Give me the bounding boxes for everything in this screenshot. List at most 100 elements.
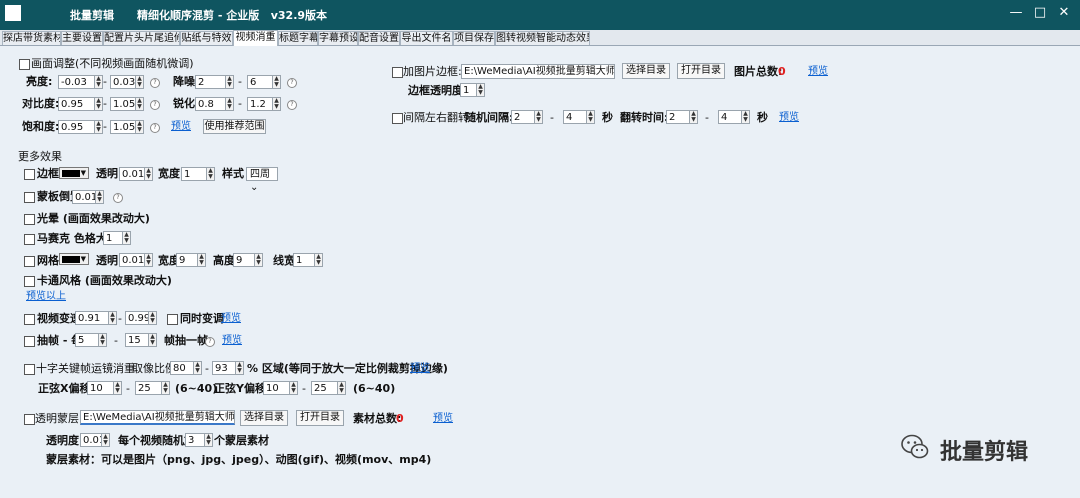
- border-transparency-input[interactable]: 0.01: [119, 167, 145, 181]
- picture-preview-link[interactable]: 预览: [171, 120, 191, 134]
- close-button[interactable]: ✕: [1052, 4, 1076, 22]
- use-recommended-button[interactable]: 使用推荐范围: [203, 119, 266, 134]
- cross-keyframe-checkbox[interactable]: [24, 364, 35, 375]
- frame-open-dir-button[interactable]: 打开目录: [677, 63, 725, 79]
- grid-width-spinner[interactable]: ▲ ▼: [198, 253, 206, 267]
- overlay-select-dir-button[interactable]: 选择目录: [240, 410, 288, 426]
- flip-duration-max-input[interactable]: 4: [718, 110, 742, 124]
- grid-checkbox[interactable]: [24, 256, 35, 267]
- brightness-min-input[interactable]: -0.03: [58, 75, 95, 89]
- crop-ratio-max-spinner[interactable]: ▲ ▼: [236, 361, 244, 375]
- maximize-button[interactable]: □: [1028, 4, 1052, 22]
- border-checkbox[interactable]: [24, 169, 35, 180]
- mask-invert-checkbox[interactable]: [24, 192, 35, 203]
- tab-main-settings[interactable]: 主要设置: [61, 31, 103, 45]
- tab-voice-settings[interactable]: 配音设置: [358, 31, 400, 45]
- frame-drop-min-spinner[interactable]: ▲ ▼: [99, 333, 107, 347]
- image-frame-path-input[interactable]: E:\WeMedia\AI视频批量剪辑大师32.9: [461, 64, 615, 79]
- speed-max-input[interactable]: 0.99: [125, 311, 149, 325]
- saturation-max-input[interactable]: 1.05: [110, 120, 136, 134]
- overlay-preview-link[interactable]: 预览: [433, 412, 453, 426]
- saturation-min-input[interactable]: 0.95: [58, 120, 95, 134]
- overlay-transparency-spinner[interactable]: ▲ ▼: [102, 433, 110, 447]
- sine-x-max-spinner[interactable]: ▲ ▼: [162, 381, 170, 395]
- speed-checkbox[interactable]: [24, 314, 35, 325]
- flip-interval-min-spinner[interactable]: ▲ ▼: [535, 110, 543, 124]
- speed-min-input[interactable]: 0.91: [75, 311, 109, 325]
- tab-intro-outro[interactable]: 配置片头片尾追修: [103, 31, 180, 45]
- mask-invert-spinner[interactable]: ▲ ▼: [96, 190, 104, 204]
- frame-select-dir-button[interactable]: 选择目录: [622, 63, 670, 79]
- speed-min-spinner[interactable]: ▲ ▼: [109, 311, 117, 325]
- noise-max-spinner[interactable]: ▲ ▼: [273, 75, 281, 89]
- flip-duration-max-spinner[interactable]: ▲ ▼: [742, 110, 750, 124]
- brightness-max-spinner[interactable]: ▲ ▼: [136, 75, 144, 89]
- frame-drop-max-spinner[interactable]: ▲ ▼: [149, 333, 157, 347]
- flip-duration-min-input[interactable]: 2: [666, 110, 690, 124]
- grid-width-input[interactable]: 9: [176, 253, 198, 267]
- mosaic-size-input[interactable]: 1: [103, 231, 123, 245]
- brightness-max-input[interactable]: 0.03: [110, 75, 136, 89]
- sine-x-max-input[interactable]: 25: [135, 381, 162, 395]
- contrast-min-spinner[interactable]: ▲ ▼: [95, 97, 103, 111]
- noise-max-input[interactable]: 6: [247, 75, 273, 89]
- help-icon[interactable]: ?: [150, 100, 160, 110]
- help-icon[interactable]: ?: [287, 100, 297, 110]
- picture-adjust-checkbox[interactable]: [19, 59, 30, 70]
- crop-ratio-max-input[interactable]: 93: [212, 361, 236, 375]
- crop-ratio-min-input[interactable]: 80: [170, 361, 194, 375]
- minimize-button[interactable]: —: [1004, 4, 1028, 22]
- overlay-open-dir-button[interactable]: 打开目录: [296, 410, 344, 426]
- sine-x-min-input[interactable]: 10: [87, 381, 114, 395]
- noise-min-input[interactable]: 2: [195, 75, 226, 89]
- frame-drop-max-input[interactable]: 15: [125, 333, 149, 347]
- border-width-input[interactable]: 1: [181, 167, 207, 181]
- sharpen-max-spinner[interactable]: ▲ ▼: [273, 97, 281, 111]
- tab-store-material[interactable]: 探店带货素材: [2, 31, 61, 45]
- grid-transparency-input[interactable]: 0.01: [119, 253, 145, 267]
- tab-export-filename[interactable]: 导出文件名: [400, 31, 453, 45]
- per-video-count-input[interactable]: 3: [185, 433, 205, 447]
- contrast-max-spinner[interactable]: ▲ ▼: [136, 97, 144, 111]
- contrast-min-input[interactable]: 0.95: [58, 97, 95, 111]
- contrast-max-input[interactable]: 1.05: [110, 97, 136, 111]
- sine-x-min-spinner[interactable]: ▲ ▼: [114, 381, 122, 395]
- preview-above-link[interactable]: 预览以上: [26, 290, 66, 304]
- sharpen-min-spinner[interactable]: ▲ ▼: [226, 97, 234, 111]
- flip-duration-min-spinner[interactable]: ▲ ▼: [690, 110, 698, 124]
- image-frame-checkbox[interactable]: [392, 67, 403, 78]
- border-width-spinner[interactable]: ▲ ▼: [207, 167, 215, 181]
- flip-interval-max-spinner[interactable]: ▲ ▼: [587, 110, 595, 124]
- tab-image-to-video[interactable]: 图转视频智能动态效果: [495, 31, 590, 45]
- sharpen-max-input[interactable]: 1.2: [247, 97, 273, 111]
- overlay-transparency-input[interactable]: 0.01: [80, 433, 102, 447]
- flip-preview-link[interactable]: 预览: [779, 111, 799, 125]
- grid-transparency-spinner[interactable]: ▲ ▼: [145, 253, 153, 267]
- tab-title-subtitle[interactable]: 标题字幕: [278, 31, 318, 45]
- tab-subtitle-preset[interactable]: 字幕预设: [318, 31, 358, 45]
- help-icon[interactable]: ?: [150, 123, 160, 133]
- tab-video-dedup[interactable]: 视频消重: [233, 30, 278, 46]
- sine-y-min-spinner[interactable]: ▲ ▼: [290, 381, 298, 395]
- frame-preview-link[interactable]: 预览: [808, 65, 828, 79]
- flip-checkbox[interactable]: [392, 113, 403, 124]
- help-icon[interactable]: ?: [150, 78, 160, 88]
- tab-stickers-effects[interactable]: 贴纸与特效: [180, 31, 233, 45]
- grid-height-input[interactable]: 9: [233, 253, 255, 267]
- grid-height-spinner[interactable]: ▲ ▼: [255, 253, 263, 267]
- mosaic-size-spinner[interactable]: ▲ ▼: [123, 231, 131, 245]
- frame-opacity-spinner[interactable]: ▲ ▼: [477, 83, 485, 97]
- grid-line-spinner[interactable]: ▲ ▼: [315, 253, 323, 267]
- tab-project-save[interactable]: 项目保存: [453, 31, 495, 45]
- border-transparency-spinner[interactable]: ▲ ▼: [145, 167, 153, 181]
- border-style-select[interactable]: 四周 ⌄: [246, 167, 278, 193]
- frame-opacity-input[interactable]: 1: [460, 83, 477, 97]
- sine-y-max-spinner[interactable]: ▲ ▼: [338, 381, 346, 395]
- help-icon[interactable]: ?: [113, 193, 123, 203]
- sync-pitch-checkbox[interactable]: [167, 314, 178, 325]
- cartoon-checkbox[interactable]: [24, 276, 35, 287]
- flip-interval-min-input[interactable]: 2: [511, 110, 535, 124]
- frame-drop-checkbox[interactable]: [24, 336, 35, 347]
- mosaic-checkbox[interactable]: [24, 234, 35, 245]
- cross-preview-link[interactable]: 预览: [410, 362, 430, 376]
